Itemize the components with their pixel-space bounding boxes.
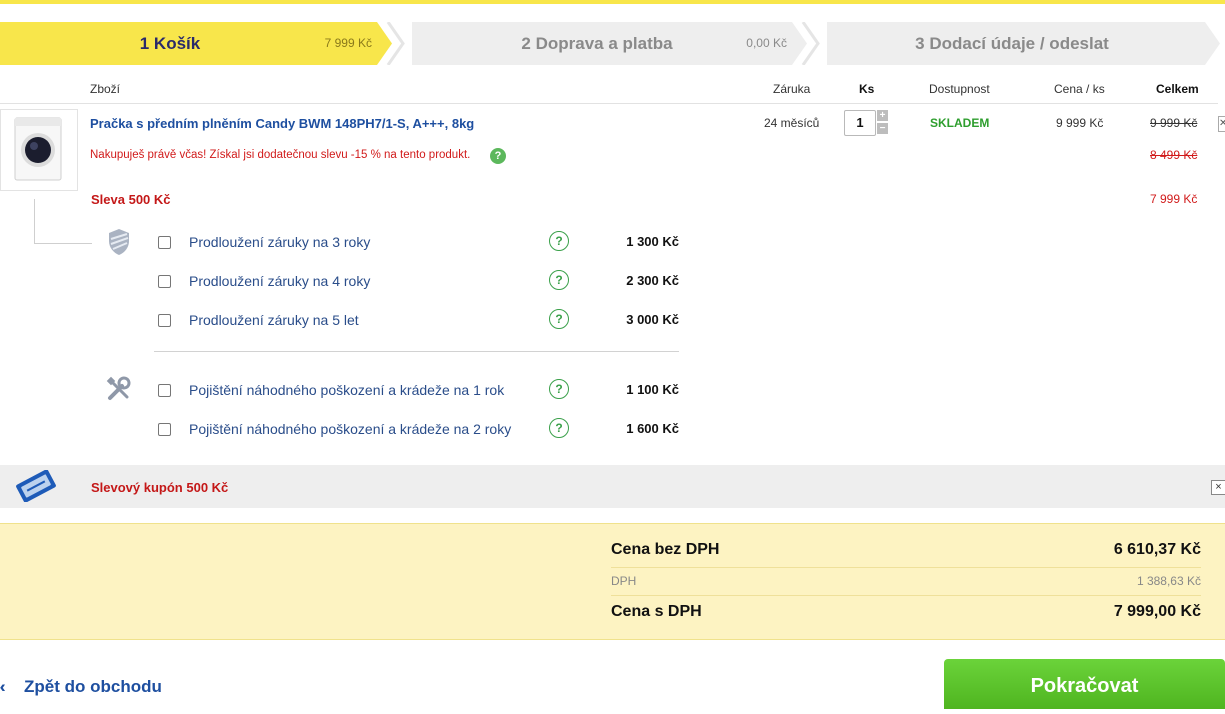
step-cart[interactable]: 1 Košík 7 999 Kč xyxy=(0,22,410,65)
qty-minus-button[interactable]: − xyxy=(877,123,888,134)
summary-vat-value: 1 388,63 Kč xyxy=(1136,574,1201,588)
insurance-1y-checkbox[interactable] xyxy=(158,384,171,397)
help-icon[interactable]: ? xyxy=(549,309,569,329)
option-label[interactable]: Pojištění náhodného poškození a krádeže … xyxy=(189,421,511,437)
double-chevron-left-icon: ‹‹ xyxy=(0,677,24,697)
product-name-link[interactable]: Pračka s předním plněním Candy BWM 148PH… xyxy=(90,116,474,131)
step-delivery[interactable]: 3 Dodací údaje / odeslat xyxy=(827,22,1225,65)
warranty-option[interactable]: Prodloužení záruky na 5 let ? 3 000 Kč xyxy=(158,309,688,333)
back-to-shop-label: Zpět do obchodu xyxy=(24,677,162,696)
product-total-final: 7 999 Kč xyxy=(1150,192,1198,206)
tree-connector-vertical xyxy=(34,199,35,243)
option-price: 1 100 Kč xyxy=(626,382,679,397)
option-price: 3 000 Kč xyxy=(626,312,679,327)
option-label[interactable]: Prodloužení záruky na 3 roky xyxy=(189,234,370,250)
order-summary: Cena bez DPH 6 610,37 Kč DPH 1 388,63 Kč… xyxy=(0,523,1225,640)
summary-with-vat-label: Cena s DPH xyxy=(611,603,702,620)
summary-vat-label: DPH xyxy=(611,574,637,588)
option-label[interactable]: Prodloužení záruky na 4 roky xyxy=(189,273,370,289)
step-shipping-amount: 0,00 Kč xyxy=(746,36,787,50)
options-divider xyxy=(154,351,679,352)
insurance-option[interactable]: Pojištění náhodného poškození a krádeže … xyxy=(158,418,688,442)
header-warranty: Záruka xyxy=(773,82,811,96)
step-shipping-label: 2 Doprava a platba xyxy=(521,34,673,53)
warranty-option[interactable]: Prodloužení záruky na 3 roky ? 1 300 Kč xyxy=(158,231,688,255)
help-icon[interactable]: ? xyxy=(549,270,569,290)
help-icon[interactable]: ? xyxy=(549,379,569,399)
help-icon[interactable]: ? xyxy=(549,231,569,251)
back-to-shop-link[interactable]: ‹‹Zpět do obchodu xyxy=(0,677,162,697)
option-price: 1 300 Kč xyxy=(626,234,679,249)
header-availability: Dostupnost xyxy=(929,82,990,96)
washing-machine-image xyxy=(14,117,62,181)
summary-divider xyxy=(611,595,1201,596)
step-delivery-label: 3 Dodací údaje / odeslat xyxy=(915,34,1109,53)
qty-plus-button[interactable]: + xyxy=(877,110,888,121)
shield-icon xyxy=(109,229,129,255)
summary-with-vat-value: 7 999,00 Kč xyxy=(1113,603,1201,620)
option-price: 2 300 Kč xyxy=(626,273,679,288)
step-cart-label: 1 Košík xyxy=(139,34,201,53)
header-unit-price: Cena / ks xyxy=(1054,82,1105,96)
option-label[interactable]: Prodloužení záruky na 5 let xyxy=(189,312,359,328)
step-shipping[interactable]: 2 Doprava a platba 0,00 Kč xyxy=(412,22,827,65)
summary-without-vat-label: Cena bez DPH xyxy=(611,541,720,558)
help-icon[interactable]: ? xyxy=(549,418,569,438)
product-unit-price: 9 999 Kč xyxy=(1056,116,1104,130)
coupon-label: Slevový kupón 500 Kč xyxy=(91,480,229,495)
promo-help-icon[interactable]: ? xyxy=(490,148,506,164)
availability-status: SKLADEM xyxy=(930,116,990,130)
warranty-4y-checkbox[interactable] xyxy=(158,275,171,288)
tools-icon xyxy=(106,376,131,400)
tree-connector-horizontal xyxy=(34,243,92,244)
top-accent-bar xyxy=(0,0,1225,4)
product-total-original: 9 999 Kč xyxy=(1150,116,1198,130)
insurance-option[interactable]: Pojištění náhodného poškození a krádeže … xyxy=(158,379,688,403)
insurance-2y-checkbox[interactable] xyxy=(158,423,171,436)
option-price: 1 600 Kč xyxy=(626,421,679,436)
remove-coupon-button[interactable]: × xyxy=(1211,480,1225,495)
step-cart-amount: 7 999 Kč xyxy=(324,36,372,50)
header-divider xyxy=(0,103,1218,104)
option-label[interactable]: Pojištění náhodného poškození a krádeže … xyxy=(189,382,504,398)
promo-message: Nakupuješ právě včas! Získal jsi dodateč… xyxy=(90,149,471,161)
coupon-row: Slevový kupón 500 Kč × xyxy=(0,465,1225,508)
remove-item-icon[interactable]: ✕ xyxy=(1218,116,1225,132)
warranty-5y-checkbox[interactable] xyxy=(158,314,171,327)
header-total: Celkem xyxy=(1156,82,1199,96)
warranty-option[interactable]: Prodloužení záruky na 4 roky ? 2 300 Kč xyxy=(158,270,688,294)
summary-divider xyxy=(611,567,1201,568)
product-warranty: 24 měsíců xyxy=(764,116,820,130)
product-thumbnail[interactable] xyxy=(0,109,78,191)
coupon-icon xyxy=(16,470,56,502)
summary-without-vat-value: 6 610,37 Kč xyxy=(1113,541,1201,558)
discount-label: Sleva 500 Kč xyxy=(91,192,171,207)
warranty-3y-checkbox[interactable] xyxy=(158,236,171,249)
header-item: Zboží xyxy=(90,82,121,96)
header-qty: Ks xyxy=(859,82,875,96)
product-total-discounted: 8 499 Kč xyxy=(1150,148,1198,162)
quantity-input[interactable]: 1 xyxy=(844,110,876,136)
